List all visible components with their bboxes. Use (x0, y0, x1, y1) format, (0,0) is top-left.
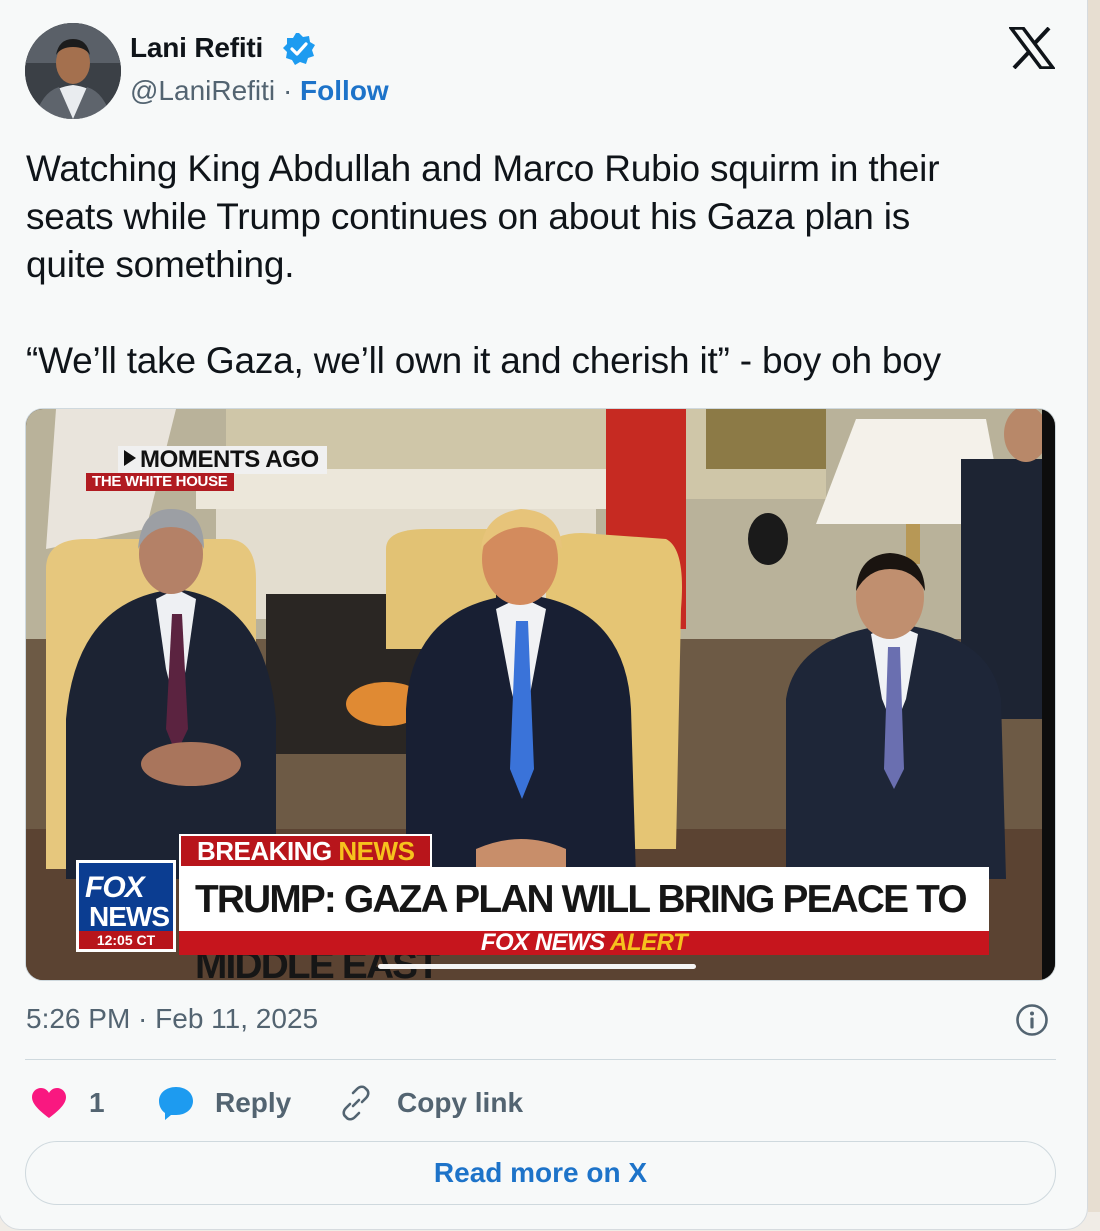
tweet-video[interactable]: MOMENTS AGO THE WHITE HOUSE BREAKING NEW… (25, 408, 1056, 981)
like-button[interactable]: 1 (31, 1081, 105, 1125)
logo-line2: NEWS (89, 901, 170, 932)
reply-label: Reply (215, 1087, 292, 1118)
alert-prefix: FOX NEWS (480, 929, 606, 956)
moments-ago-banner: MOMENTS AGO (118, 446, 327, 474)
location-label: THE WHITE HOUSE (86, 473, 234, 491)
info-icon[interactable] (1015, 1003, 1049, 1037)
author-name[interactable]: Lani Refiti (130, 32, 263, 64)
follow-button[interactable]: Follow (300, 75, 389, 106)
x-logo-icon[interactable] (1009, 27, 1055, 69)
breaking-label: BREAKING (197, 836, 332, 866)
link-icon (342, 1085, 370, 1121)
avatar[interactable] (25, 23, 121, 119)
verified-badge-icon (283, 33, 315, 65)
play-arrow-icon (124, 450, 136, 466)
author-handle-line: @LaniRefiti · Follow (130, 75, 389, 107)
fox-news-logo: FOX NEWS 12:05 CT (76, 860, 176, 952)
moments-ago-label: MOMENTS AGO (140, 446, 319, 473)
divider (25, 1059, 1056, 1060)
tweet-text: Watching King Abdullah and Marco Rubio s… (26, 148, 941, 381)
news-headline: TRUMP: GAZA PLAN WILL BRING PEACE TO MID… (179, 867, 989, 980)
broadcast-clock: 12:05 CT (79, 931, 173, 949)
embedded-tweet-card: Lani Refiti @LaniRefiti · Follow Watchin… (0, 0, 1088, 1230)
tweet-timestamp[interactable]: 5:26 PM · Feb 11, 2025 (26, 1003, 318, 1035)
logo-line1: FOX (85, 871, 145, 904)
alert-word: ALERT (610, 929, 688, 956)
fox-news-alert-bar: FOX NEWS ALERT (179, 931, 989, 955)
reply-bubble-icon (159, 1087, 193, 1120)
handle-separator: · (282, 75, 293, 106)
card-body: Lani Refiti @LaniRefiti · Follow Watchin… (0, 1, 1087, 1231)
copy-link-button[interactable]: Copy link (337, 1081, 523, 1125)
author-handle[interactable]: @LaniRefiti (130, 75, 275, 106)
reply-button[interactable]: Reply (157, 1081, 291, 1125)
page-background-strip (1088, 0, 1100, 1212)
video-progress-indicator[interactable] (378, 964, 696, 969)
like-count: 1 (89, 1087, 105, 1118)
breaking-news-word: NEWS (338, 836, 415, 866)
read-more-on-x-button[interactable]: Read more on X (25, 1141, 1056, 1205)
breaking-news-banner: BREAKING NEWS (179, 834, 433, 868)
copy-link-label: Copy link (397, 1087, 524, 1118)
heart-icon (32, 1088, 66, 1118)
